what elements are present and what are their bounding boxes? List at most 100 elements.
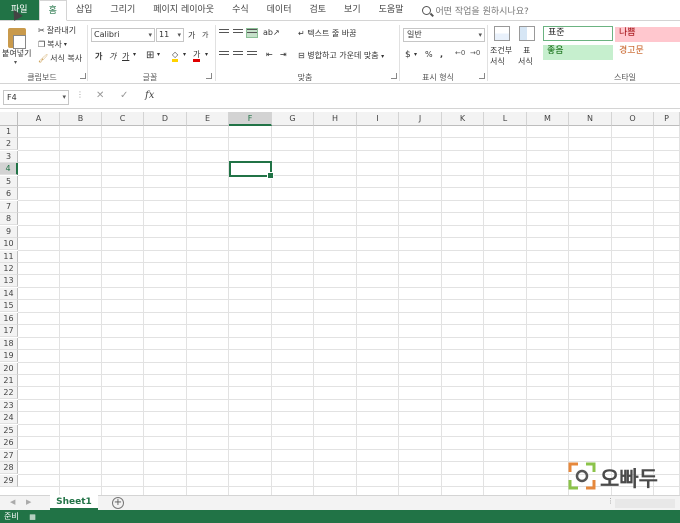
- column-header-h[interactable]: H: [314, 112, 357, 126]
- border-icon[interactable]: ⊞: [146, 50, 154, 61]
- column-header-j[interactable]: J: [399, 112, 442, 126]
- chevron-down-icon[interactable]: ▾: [157, 51, 160, 58]
- column-header-c[interactable]: C: [102, 112, 144, 126]
- column-header-a[interactable]: A: [18, 112, 60, 126]
- fill-color-icon[interactable]: ◇: [172, 50, 179, 62]
- row-header-4[interactable]: 4: [0, 163, 18, 176]
- style-normal[interactable]: 표준: [543, 26, 613, 41]
- chevron-down-icon[interactable]: ▾: [414, 51, 417, 58]
- style-good[interactable]: 좋음: [543, 45, 613, 60]
- column-header-e[interactable]: E: [187, 112, 229, 126]
- row-header-1[interactable]: 1: [0, 126, 18, 138]
- row-header-15[interactable]: 15: [0, 300, 18, 313]
- row-header-18[interactable]: 18: [0, 337, 18, 350]
- row-header-9[interactable]: 9: [0, 225, 18, 238]
- tab-draw[interactable]: 그리기: [101, 0, 144, 20]
- tab-view[interactable]: 보기: [335, 0, 370, 20]
- name-box[interactable]: F4: [3, 90, 69, 105]
- worksheet-grid[interactable]: A B C D E F G H I J K L M N O P 1 2 3 4 5 6 7 8 9 10 11 12 13 14 15 16 1…: [0, 112, 680, 495]
- shrink-font-button[interactable]: 가: [202, 30, 208, 40]
- align-center-icon[interactable]: [233, 51, 243, 59]
- increase-decimal-icon[interactable]: ←0: [455, 49, 465, 57]
- row-header-27[interactable]: 27: [0, 449, 18, 462]
- tab-formulas[interactable]: 수식: [223, 0, 258, 20]
- copy-button[interactable]: ❐ 복사 ▾: [38, 39, 67, 50]
- row-header-24[interactable]: 24: [0, 412, 18, 425]
- column-header-l[interactable]: L: [484, 112, 527, 126]
- row-header-12[interactable]: 12: [0, 262, 18, 275]
- row-header-20[interactable]: 20: [0, 362, 18, 375]
- row-header-5[interactable]: 5: [0, 175, 18, 188]
- chevron-down-icon[interactable]: ▾: [183, 51, 186, 58]
- align-bottom-icon[interactable]: [246, 28, 258, 38]
- row-header-8[interactable]: 8: [0, 213, 18, 226]
- paste-icon[interactable]: [8, 28, 26, 49]
- row-header-14[interactable]: 14: [0, 287, 18, 300]
- decrease-decimal-icon[interactable]: →0: [470, 49, 480, 57]
- row-header-10[interactable]: 10: [0, 238, 18, 251]
- more-options-icon[interactable]: ⋮: [607, 497, 614, 505]
- style-bad[interactable]: 나쁨: [615, 27, 680, 42]
- number-launcher-icon[interactable]: [479, 73, 485, 79]
- insert-function-button[interactable]: fx: [145, 90, 154, 101]
- tab-review[interactable]: 검토: [300, 0, 335, 20]
- format-painter-button[interactable]: 🖌 서식 복사: [38, 53, 82, 64]
- column-header-o[interactable]: O: [612, 112, 654, 126]
- format-as-table-button[interactable]: 표: [523, 45, 530, 56]
- tab-home[interactable]: 홈: [38, 0, 67, 21]
- bold-button[interactable]: 가: [95, 51, 102, 62]
- column-header-f[interactable]: F: [229, 112, 272, 126]
- tab-insert[interactable]: 삽입: [67, 0, 102, 20]
- active-cell[interactable]: [229, 161, 274, 179]
- row-header-6[interactable]: 6: [0, 188, 18, 201]
- font-color-button[interactable]: 가: [193, 50, 201, 62]
- tell-me-search[interactable]: 어떤 작업을 원하시나요?: [412, 0, 529, 20]
- conditional-format-icon[interactable]: [494, 26, 510, 41]
- orientation-icon[interactable]: ab↗: [263, 28, 280, 37]
- font-name-select[interactable]: Calibri: [91, 28, 155, 42]
- row-header-28[interactable]: 28: [0, 462, 18, 475]
- row-header-21[interactable]: 21: [0, 375, 18, 387]
- column-header-p[interactable]: P: [654, 112, 680, 126]
- previous-sheet-icon[interactable]: ◀: [10, 498, 15, 506]
- horizontal-scrollbar[interactable]: [615, 499, 675, 508]
- tab-help[interactable]: 도움말: [370, 0, 413, 20]
- row-header-11[interactable]: 11: [0, 250, 18, 263]
- merge-center-button[interactable]: ⊟ 병합하고 가운데 맞춤 ▾: [298, 50, 384, 61]
- column-header-m[interactable]: M: [527, 112, 569, 126]
- cut-button[interactable]: ✂ 잘라내기: [38, 25, 76, 36]
- paste-button[interactable]: 붙여넣기: [2, 48, 31, 59]
- tab-page-layout[interactable]: 페이지 레이아웃: [144, 0, 223, 20]
- increase-indent-icon[interactable]: ⇥: [280, 50, 287, 59]
- row-header-17[interactable]: 17: [0, 325, 18, 338]
- chevron-down-icon[interactable]: ▾: [14, 59, 17, 66]
- row-header-2[interactable]: 2: [0, 138, 18, 151]
- enter-icon[interactable]: ✓: [120, 90, 128, 101]
- comma-button[interactable]: ,: [440, 50, 443, 59]
- grow-font-button[interactable]: 가: [188, 30, 195, 41]
- number-format-select[interactable]: 일반: [403, 28, 485, 42]
- row-header-23[interactable]: 23: [0, 399, 18, 412]
- cancel-icon[interactable]: ✕: [96, 90, 104, 101]
- column-header-k[interactable]: K: [442, 112, 484, 126]
- select-all-corner[interactable]: [0, 112, 18, 126]
- font-size-select[interactable]: 11: [156, 28, 184, 42]
- conditional-format-button[interactable]: 조건부: [490, 45, 512, 56]
- wrap-text-button[interactable]: ↵ 텍스트 줄 바꿈: [298, 28, 357, 39]
- row-header-7[interactable]: 7: [0, 200, 18, 213]
- row-header-16[interactable]: 16: [0, 312, 18, 325]
- next-sheet-icon[interactable]: ▶: [26, 498, 31, 506]
- format-as-table-icon[interactable]: [519, 26, 535, 41]
- underline-button[interactable]: 가: [122, 51, 129, 62]
- column-header-d[interactable]: D: [144, 112, 187, 126]
- chevron-down-icon[interactable]: ▾: [205, 51, 208, 58]
- row-header-13[interactable]: 13: [0, 275, 18, 288]
- column-header-b[interactable]: B: [60, 112, 102, 126]
- align-top-icon[interactable]: [219, 29, 229, 37]
- add-sheet-button[interactable]: +: [112, 497, 124, 509]
- tab-data[interactable]: 데이터: [258, 0, 301, 20]
- row-header-26[interactable]: 26: [0, 437, 18, 450]
- decrease-indent-icon[interactable]: ⇤: [266, 50, 273, 59]
- chevron-down-icon[interactable]: ▾: [133, 51, 136, 58]
- row-header-3[interactable]: 3: [0, 150, 18, 163]
